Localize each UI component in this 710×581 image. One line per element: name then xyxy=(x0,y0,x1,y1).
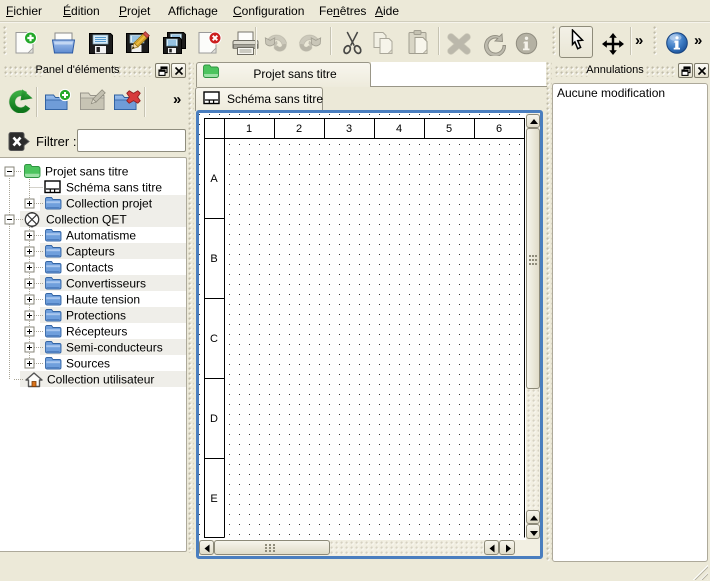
svg-text:5: 5 xyxy=(446,123,452,135)
svg-text:Récepteurs: Récepteurs xyxy=(66,325,127,339)
svg-text:Convertisseurs: Convertisseurs xyxy=(66,277,146,291)
svg-text:Collection projet: Collection projet xyxy=(66,197,153,211)
svg-text:Capteurs: Capteurs xyxy=(66,245,115,259)
svg-text:D: D xyxy=(210,413,218,425)
svg-text:Contacts: Contacts xyxy=(66,261,113,275)
svg-text:E: E xyxy=(210,493,217,505)
svg-text:4: 4 xyxy=(396,123,402,135)
svg-text:1: 1 xyxy=(246,123,252,135)
svg-text:Semi-conducteurs: Semi-conducteurs xyxy=(66,341,163,355)
svg-text:Collection QET: Collection QET xyxy=(46,213,127,227)
svg-text:A: A xyxy=(210,173,218,185)
svg-text:6: 6 xyxy=(496,123,502,135)
svg-text:Haute tension: Haute tension xyxy=(66,293,140,307)
svg-text:B: B xyxy=(210,253,217,265)
svg-text:2: 2 xyxy=(296,123,302,135)
svg-text:C: C xyxy=(210,333,218,345)
svg-text:Collection utilisateur: Collection utilisateur xyxy=(47,373,154,387)
svg-text:Automatisme: Automatisme xyxy=(66,229,136,243)
svg-text:Sources: Sources xyxy=(66,357,110,371)
svg-text:3: 3 xyxy=(346,123,352,135)
svg-text:Projet sans titre: Projet sans titre xyxy=(45,165,129,179)
svg-text:Schéma sans titre: Schéma sans titre xyxy=(66,181,162,195)
svg-text:Protections: Protections xyxy=(66,309,126,323)
